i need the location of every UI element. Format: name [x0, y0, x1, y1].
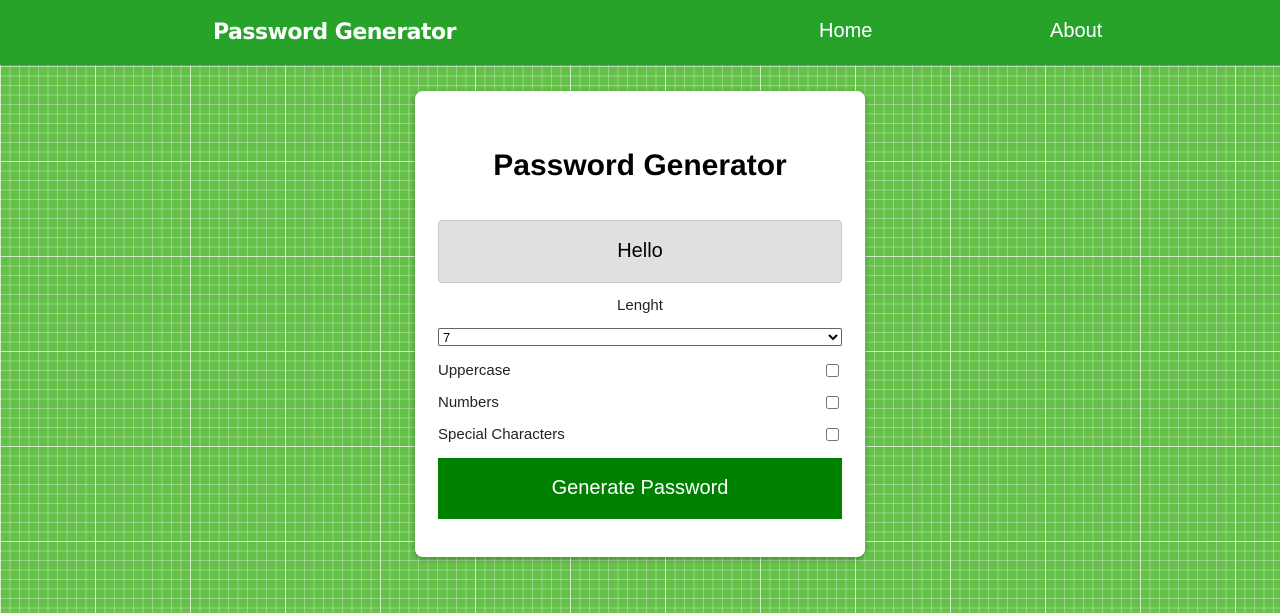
special-characters-checkbox[interactable] — [826, 427, 839, 441]
nav-about-link[interactable]: About — [1050, 20, 1102, 43]
option-uppercase: Uppercase — [438, 354, 842, 386]
generator-card: Password Generator Hello Lenght 7 Upperc… — [415, 91, 865, 557]
numbers-checkbox[interactable] — [826, 395, 839, 409]
option-label: Special Characters — [438, 425, 565, 443]
password-output: Hello — [438, 220, 842, 283]
navbar: Password Generator Home About — [0, 0, 1280, 65]
nav-home-link[interactable]: Home — [819, 20, 872, 43]
length-select[interactable]: 7 — [438, 328, 842, 346]
generate-password-button[interactable]: Generate Password — [438, 458, 842, 519]
length-label: Lenght — [617, 297, 663, 314]
uppercase-checkbox[interactable] — [826, 363, 839, 377]
option-label: Uppercase — [438, 361, 511, 379]
option-label: Numbers — [438, 393, 499, 411]
option-special: Special Characters — [438, 418, 842, 450]
card-title: Password Generator — [493, 149, 787, 182]
option-numbers: Numbers — [438, 386, 842, 418]
brand-title: Password Generator — [213, 20, 457, 45]
